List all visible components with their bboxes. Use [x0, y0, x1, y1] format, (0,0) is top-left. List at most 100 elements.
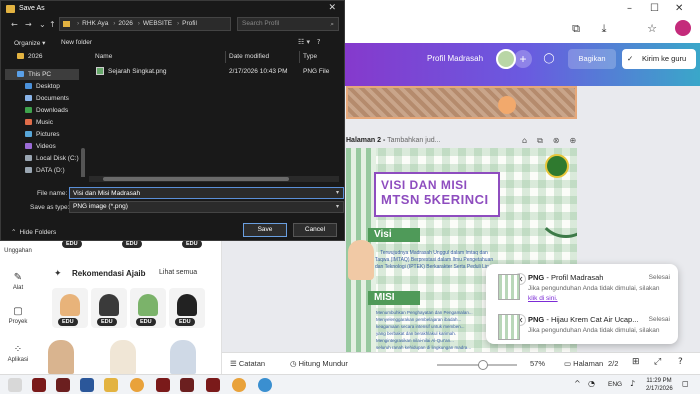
- hide-folders-button[interactable]: ⌃ Hide Folders: [11, 228, 56, 236]
- pages-button[interactable]: ▭ Halaman: [564, 359, 603, 368]
- fullscreen-icon[interactable]: ⤢: [654, 357, 661, 367]
- forward-icon[interactable]: →: [25, 20, 32, 29]
- misi-heading[interactable]: MISI: [368, 291, 420, 305]
- chevron-up-icon[interactable]: ^: [574, 379, 581, 388]
- click-here-link[interactable]: klik di sini.: [528, 295, 558, 302]
- sticker-item[interactable]: EDU: [52, 288, 88, 328]
- zoom-slider-handle[interactable]: [477, 360, 488, 370]
- delete-icon[interactable]: ⊗: [553, 136, 560, 146]
- breadcrumb-item[interactable]: 2026: [118, 20, 132, 27]
- breadcrumb-item[interactable]: RHK Aya: [82, 20, 108, 27]
- new-folder-button[interactable]: New folder: [61, 39, 92, 46]
- app-icon[interactable]: [206, 378, 220, 392]
- timer-button[interactable]: ◷ Hitung Mundur: [290, 359, 348, 368]
- people-illustration[interactable]: [48, 340, 74, 374]
- nav-item-videos[interactable]: Videos: [25, 143, 56, 150]
- close-icon[interactable]: ✕: [328, 3, 336, 13]
- recent-icon[interactable]: ⌄: [39, 20, 46, 29]
- language-indicator[interactable]: ENG: [608, 381, 622, 388]
- up-icon[interactable]: ↑: [49, 20, 56, 29]
- chrome-icon[interactable]: [232, 378, 246, 392]
- column-date[interactable]: Date modified: [229, 53, 269, 60]
- wifi-icon[interactable]: ◔: [588, 379, 595, 388]
- grid-view-icon[interactable]: ⊞: [632, 357, 640, 367]
- notes-button[interactable]: ☰ Catatan: [230, 359, 265, 368]
- volume-icon[interactable]: ♪: [630, 379, 635, 388]
- address-bar[interactable]: › RHK Aya › 2026 › WEBSITE › Profil: [59, 17, 231, 31]
- nav-item-this-pc[interactable]: This PC: [5, 69, 79, 80]
- sticker-item[interactable]: EDU: [91, 288, 127, 328]
- nav-item-music[interactable]: Music: [25, 119, 53, 126]
- nav-scrollbar[interactable]: [81, 148, 85, 177]
- maximize-icon[interactable]: ☐: [650, 3, 659, 14]
- lock-icon[interactable]: ⌂: [522, 136, 527, 146]
- sticker-item[interactable]: EDU: [169, 288, 205, 328]
- visi-heading[interactable]: Visi: [368, 228, 420, 242]
- share-button[interactable]: Bagikan: [568, 49, 616, 69]
- download-icon[interactable]: ⤓: [597, 22, 611, 36]
- page-2-label[interactable]: Halaman 2 - Tambahkan jud...: [346, 137, 440, 144]
- app-icon[interactable]: [180, 378, 194, 392]
- profile-avatar[interactable]: [675, 20, 691, 36]
- chrome-icon[interactable]: [130, 378, 144, 392]
- page-1-thumbnail[interactable]: [346, 86, 577, 119]
- rail-item-projects[interactable]: ▢ Proyek: [0, 306, 36, 325]
- scrollbar-thumb[interactable]: [103, 177, 289, 181]
- people-illustration[interactable]: [170, 340, 196, 374]
- file-name-input[interactable]: [69, 187, 344, 199]
- nav-item-downloads[interactable]: Downloads: [25, 107, 68, 114]
- organize-button[interactable]: Organize ▾: [14, 39, 45, 47]
- app-icon[interactable]: [156, 378, 170, 392]
- add-page-icon[interactable]: ⊕: [570, 136, 577, 146]
- close-icon[interactable]: ✕: [675, 3, 683, 14]
- extensions-icon[interactable]: ⧉: [569, 22, 583, 36]
- breadcrumb-item[interactable]: WEBSITE: [143, 20, 172, 27]
- people-illustration[interactable]: [110, 340, 136, 374]
- word-icon[interactable]: [80, 378, 94, 392]
- nav-item-desktop[interactable]: Desktop: [25, 83, 60, 90]
- cancel-button[interactable]: Cancel: [293, 223, 337, 237]
- column-type[interactable]: Type: [303, 53, 317, 60]
- file-name[interactable]: Sejarah Singkat.png: [108, 68, 167, 75]
- start-icon[interactable]: [8, 378, 22, 392]
- title-box[interactable]: VISI DAN MISI MTSN 5KERINCI: [374, 172, 500, 217]
- help-icon[interactable]: ?: [678, 357, 683, 367]
- add-collaborator-button[interactable]: +: [514, 50, 532, 68]
- chrome-profile-icon[interactable]: [258, 378, 272, 392]
- save-type-select[interactable]: PNG image (*.png): [69, 201, 344, 213]
- comment-icon[interactable]: ◯: [540, 50, 558, 68]
- rail-item-apps[interactable]: ⁘ Aplikasi: [0, 344, 36, 363]
- horizontal-scrollbar[interactable]: [89, 176, 339, 182]
- app-icon[interactable]: [32, 378, 46, 392]
- search-input[interactable]: Search Profil ⌕: [237, 17, 339, 31]
- nav-item-data-drive[interactable]: DATA (D:): [25, 167, 65, 174]
- view-options-icon[interactable]: ☷ ▾ ?: [298, 38, 320, 46]
- file-explorer-icon[interactable]: [104, 378, 118, 392]
- minimize-icon[interactable]: –: [627, 3, 632, 14]
- rail-item-uploads[interactable]: Unggahan: [0, 248, 36, 254]
- see-all-link[interactable]: Lihat semua: [159, 269, 197, 276]
- chevron-down-icon[interactable]: ▾: [336, 189, 339, 196]
- clock[interactable]: 11:29 PM 2/17/2026: [646, 377, 673, 393]
- rail-item-tools[interactable]: ✎ Alat: [0, 272, 36, 291]
- visi-text[interactable]: Terwujudnya Madrasah Unggul dalam Imtaq …: [374, 250, 494, 271]
- bookmark-icon[interactable]: ☆: [645, 22, 659, 36]
- nav-item-local-disk[interactable]: Local Disk (C:): [25, 155, 79, 162]
- send-to-teacher-button[interactable]: ✓ Kirim ke guru: [622, 49, 696, 69]
- sticker-item[interactable]: EDU: [130, 288, 166, 328]
- chevron-down-icon[interactable]: ▾: [336, 203, 339, 210]
- collaborator-avatar[interactable]: [496, 49, 516, 69]
- column-divider[interactable]: [299, 51, 300, 63]
- nav-item-documents[interactable]: Documents: [25, 95, 69, 102]
- duplicate-icon[interactable]: ⧉: [537, 136, 543, 146]
- nav-item-2026[interactable]: 2026: [17, 53, 42, 60]
- zoom-value[interactable]: 57%: [530, 359, 545, 368]
- notification-icon[interactable]: ◻: [682, 379, 689, 388]
- nav-item-pictures[interactable]: Pictures: [25, 131, 59, 138]
- column-name[interactable]: Name: [95, 53, 112, 60]
- column-divider[interactable]: [225, 51, 226, 63]
- app-icon[interactable]: [56, 378, 70, 392]
- back-icon[interactable]: ←: [11, 20, 18, 29]
- save-button[interactable]: Save: [243, 223, 287, 237]
- project-title[interactable]: Profil Madrasah: [427, 54, 483, 63]
